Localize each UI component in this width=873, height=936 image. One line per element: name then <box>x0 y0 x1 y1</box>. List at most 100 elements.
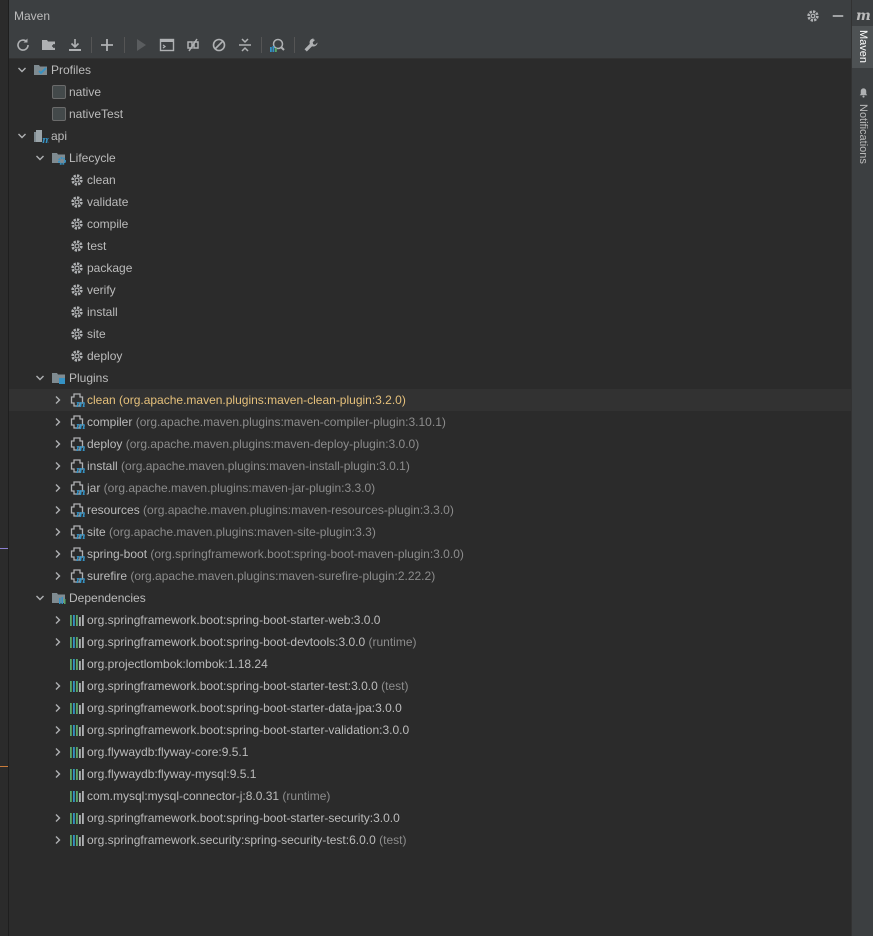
tree-row[interactable]: deploy <box>9 345 851 367</box>
tree-row[interactable]: compile <box>9 213 851 235</box>
svg-text:m: m <box>76 532 85 540</box>
show-dependencies-button[interactable] <box>267 35 287 55</box>
tree-row[interactable]: org.springframework.boot:spring-boot-sta… <box>9 719 851 741</box>
maven-module-icon: m <box>33 128 49 144</box>
add-project-button[interactable] <box>39 35 59 55</box>
tree-row[interactable]: m deploy (org.apache.maven.plugins:maven-… <box>9 433 851 455</box>
tree-row[interactable]: org.flywaydb:flyway-mysql:9.5.1 <box>9 763 851 785</box>
tree-row[interactable]: nativeTest <box>9 103 851 125</box>
tree-row[interactable]: m spring-boot (org.springframework.boot:s… <box>9 543 851 565</box>
chevron-down-icon[interactable] <box>32 587 48 609</box>
tree-row-label: surefire (org.apache.maven.plugins:maven… <box>87 569 436 583</box>
toggle-offline-button[interactable] <box>183 35 203 55</box>
add-maven-project-button[interactable] <box>97 35 117 55</box>
library-icon <box>69 722 85 738</box>
chevron-right-icon[interactable] <box>50 455 66 477</box>
chevron-right-icon[interactable] <box>50 763 66 785</box>
tree-row[interactable]: m surefire (org.apache.maven.plugins:mave… <box>9 565 851 587</box>
chevron-down-icon[interactable] <box>14 59 30 81</box>
profile-checkbox[interactable] <box>51 84 67 100</box>
tree-row-detail: (org.springframework.boot:spring-boot-ma… <box>147 547 464 561</box>
editor-edge <box>0 0 9 936</box>
tree-row-label: org.springframework.boot:spring-boot-sta… <box>87 811 400 825</box>
chevron-right-icon[interactable] <box>50 807 66 829</box>
tree-row[interactable]: native <box>9 81 851 103</box>
tree-row[interactable]: m clean (org.apache.maven.plugins:maven-c… <box>9 389 851 411</box>
chevron-right-icon[interactable] <box>50 543 66 565</box>
tree-row[interactable]: org.springframework.security:spring-secu… <box>9 829 851 851</box>
tree-row[interactable]: install <box>9 301 851 323</box>
chevron-right-icon[interactable] <box>50 433 66 455</box>
build-tool-settings-button[interactable] <box>301 35 321 55</box>
tree-row-label: deploy <box>87 349 123 363</box>
chevron-right-icon[interactable] <box>50 565 66 587</box>
tree-row[interactable]: org.flywaydb:flyway-core:9.5.1 <box>9 741 851 763</box>
tree-row[interactable]: Lifecycle <box>9 147 851 169</box>
chevron-right-icon[interactable] <box>50 741 66 763</box>
tree-row[interactable]: org.springframework.boot:spring-boot-sta… <box>9 609 851 631</box>
tree-row[interactable]: m jar (org.apache.maven.plugins:maven-jar… <box>9 477 851 499</box>
plugin-icon: m <box>69 568 85 584</box>
tree-row[interactable]: verify <box>9 279 851 301</box>
chevron-right-icon[interactable] <box>50 697 66 719</box>
library-icon <box>69 810 85 826</box>
minimize-icon[interactable] <box>829 7 847 25</box>
tree-row-label: resources (org.apache.maven.plugins:mave… <box>87 503 454 517</box>
tree-row-label: deploy (org.apache.maven.plugins:maven-d… <box>87 437 420 451</box>
chevron-right-icon[interactable] <box>50 411 66 433</box>
tree-row-label: Lifecycle <box>69 151 116 165</box>
chevron-right-icon[interactable] <box>50 631 66 653</box>
tree-row[interactable]: mapi <box>9 125 851 147</box>
chevron-right-icon[interactable] <box>50 675 66 697</box>
chevron-right-icon[interactable] <box>50 609 66 631</box>
tree-row[interactable]: Dependencies <box>9 587 851 609</box>
download-sources-button[interactable] <box>65 35 85 55</box>
tree-row-detail: (org.apache.maven.plugins:maven-install-… <box>117 459 410 473</box>
svg-text:m: m <box>42 136 49 144</box>
chevron-right-icon[interactable] <box>50 521 66 543</box>
tree-row-label: install <box>87 305 118 319</box>
dependencies-folder-icon <box>51 590 67 606</box>
tree-row[interactable]: com.mysql:mysql-connector-j:8.0.31 (runt… <box>9 785 851 807</box>
tree-row[interactable]: org.projectlombok:lombok:1.18.24 <box>9 653 851 675</box>
chevron-down-icon[interactable] <box>14 125 30 147</box>
chevron-right-icon[interactable] <box>50 719 66 741</box>
gear-icon <box>69 172 85 188</box>
wrench-icon <box>303 37 319 53</box>
tree-row[interactable]: test <box>9 235 851 257</box>
tree-row[interactable]: m resources (org.apache.maven.plugins:mav… <box>9 499 851 521</box>
tab-maven[interactable]: Maven <box>852 26 873 68</box>
tree-row[interactable]: validate <box>9 191 851 213</box>
skip-tests-button[interactable] <box>209 35 229 55</box>
execute-goal-button[interactable] <box>157 35 177 55</box>
chevron-right-icon[interactable] <box>50 477 66 499</box>
profile-checkbox[interactable] <box>51 106 67 122</box>
gear-icon[interactable] <box>804 7 822 25</box>
tree-row-label: site (org.apache.maven.plugins:maven-sit… <box>87 525 376 539</box>
tree-row[interactable]: org.springframework.boot:spring-boot-dev… <box>9 631 851 653</box>
plugin-icon: m <box>69 480 85 496</box>
chevron-down-icon[interactable] <box>32 367 48 389</box>
chevron-right-icon[interactable] <box>50 499 66 521</box>
tree-row[interactable]: package <box>9 257 851 279</box>
tab-notifications[interactable]: Notifications <box>852 82 873 168</box>
tree-row[interactable]: org.springframework.boot:spring-boot-sta… <box>9 675 851 697</box>
tree-row[interactable]: m install (org.apache.maven.plugins:maven… <box>9 455 851 477</box>
chevron-right-icon[interactable] <box>50 829 66 851</box>
gear-icon <box>69 282 85 298</box>
reload-button[interactable] <box>13 35 33 55</box>
chevron-down-icon[interactable] <box>32 147 48 169</box>
chevron-right-icon[interactable] <box>50 389 66 411</box>
collapse-all-button[interactable] <box>235 35 255 55</box>
tree-row[interactable]: m site (org.apache.maven.plugins:maven-si… <box>9 521 851 543</box>
tree-row[interactable]: Profiles <box>9 59 851 81</box>
skip-tests-icon <box>211 37 227 53</box>
tree-row[interactable]: site <box>9 323 851 345</box>
tree-row[interactable]: clean <box>9 169 851 191</box>
tree-row[interactable]: org.springframework.boot:spring-boot-sta… <box>9 807 851 829</box>
tree-row[interactable]: m compiler (org.apache.maven.plugins:mave… <box>9 411 851 433</box>
tab-notifications-label: Notifications <box>857 103 869 164</box>
tree-row[interactable]: Plugins <box>9 367 851 389</box>
run-button[interactable] <box>131 35 151 55</box>
tree-row[interactable]: org.springframework.boot:spring-boot-sta… <box>9 697 851 719</box>
